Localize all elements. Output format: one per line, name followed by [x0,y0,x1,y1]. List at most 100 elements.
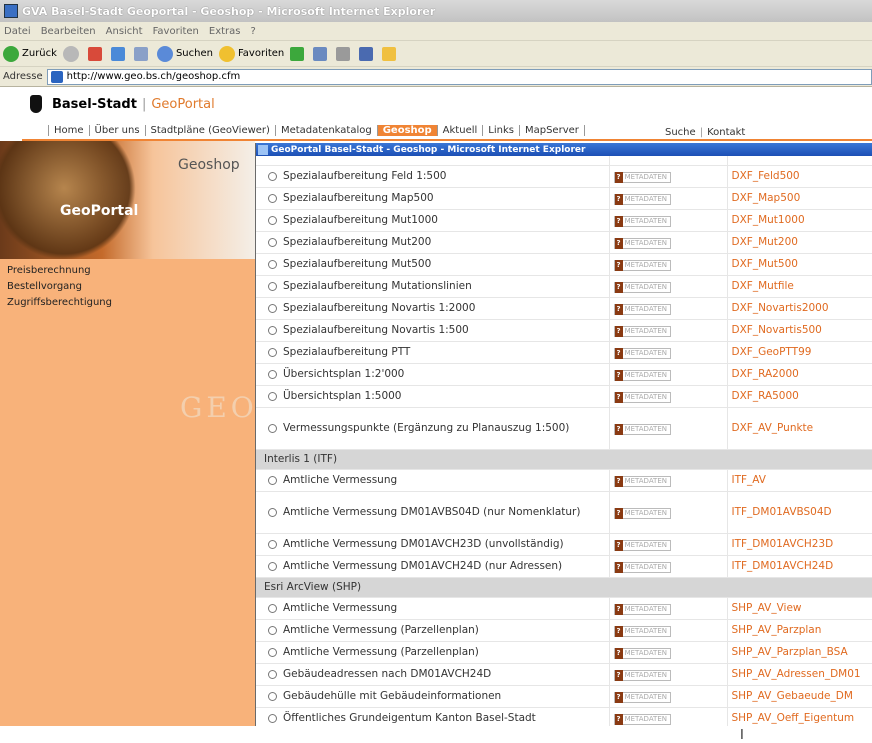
mail-button[interactable] [313,46,330,61]
menu-help[interactable]: ? [251,26,256,37]
metadata-button[interactable]: ? METADATEN [613,539,671,551]
product-radio[interactable] [268,647,277,657]
product-radio[interactable] [268,423,277,433]
metadata-button[interactable]: ? METADATEN [613,193,671,205]
menu-bearbeiten[interactable]: Bearbeiten [41,26,96,37]
nav-home[interactable]: Home [48,125,89,136]
product-radio[interactable] [268,669,277,679]
metadata-button[interactable]: ? METADATEN [613,561,671,573]
nav-kontakt[interactable]: Kontakt [707,127,745,138]
metadata-button[interactable]: ? METADATEN [613,259,671,271]
product-code-link[interactable]: DXF_Novartis500 [732,324,822,336]
product-code-link[interactable]: DXF_Novartis2000 [732,302,829,314]
nav-aktuell[interactable]: Aktuell [436,125,483,136]
product-code-link[interactable]: DXF_Mut200 [732,236,798,248]
product-code-link[interactable]: SHP_AV_Adressen_DM01 [732,668,861,680]
refresh-button[interactable] [110,46,128,61]
product-code-link[interactable]: DXF_Mut500 [732,258,798,270]
nav-mapserver[interactable]: MapServer [518,125,585,136]
product-radio[interactable] [268,561,277,571]
edit-button[interactable] [359,46,376,61]
metadata-button[interactable]: ? METADATEN [613,281,671,293]
product-code-link[interactable]: DXF_AV_Punkte [732,422,814,434]
product-code-link[interactable]: ITF_DM01AVBS04D [732,506,832,518]
forward-button[interactable] [62,45,82,62]
stop-button[interactable] [87,46,105,61]
nav-links[interactable]: Links [482,125,519,136]
metadata-button[interactable]: ? METADATEN [613,647,671,659]
site-logo[interactable]: Basel-Stadt | GeoPortal [30,95,215,113]
product-radio[interactable] [268,691,277,701]
product-radio[interactable] [268,325,277,335]
product-code-link[interactable]: SHP_AV_Gebaeude_DM [732,690,853,702]
product-radio[interactable] [268,281,277,291]
sidebar-item-preisberechnung[interactable]: Preisberechnung [7,263,112,279]
print-button[interactable] [336,46,353,61]
product-radio[interactable] [268,391,277,401]
product-code-link[interactable]: SHP_AV_Parzplan [732,624,822,636]
product-code-link[interactable]: DXF_RA2000 [732,368,799,380]
product-radio[interactable] [268,303,277,313]
metadata-button[interactable]: ? METADATEN [613,625,671,637]
product-code-link[interactable]: DXF_RA5000 [732,390,799,402]
product-radio[interactable] [268,475,277,485]
product-radio[interactable] [268,237,277,247]
product-code-link[interactable]: SHP_AV_Parzplan_BSA [732,646,848,658]
product-code-link[interactable]: DXF_Map500 [732,192,801,204]
nav-ueber-uns[interactable]: Über uns [88,125,145,136]
product-radio[interactable] [268,625,277,635]
product-radio[interactable] [268,603,277,613]
history-button[interactable] [290,46,307,61]
product-radio[interactable] [268,215,277,225]
product-radio[interactable] [268,713,277,723]
metadata-button[interactable]: ? METADATEN [613,391,671,403]
back-button[interactable]: Zurück [3,45,57,62]
sidebar-item-bestellvorgang[interactable]: Bestellvorgang [7,279,112,295]
product-code-link[interactable]: ITF_DM01AVCH24D [732,560,834,572]
metadata-button[interactable]: ? METADATEN [613,369,671,381]
metadata-button[interactable]: ? METADATEN [613,691,671,703]
metadata-button[interactable]: ? METADATEN [613,423,671,435]
product-radio[interactable] [268,347,277,357]
nav-geoshop[interactable]: Geoshop [376,125,437,136]
product-code-link[interactable]: DXF_Mut1000 [732,214,805,226]
menu-extras[interactable]: Extras [209,26,241,37]
metadata-button[interactable]: ? METADATEN [613,669,671,681]
product-code-link[interactable]: ITF_AV [732,474,767,486]
metadata-button[interactable]: ? METADATEN [613,713,671,725]
metadata-button[interactable]: ? METADATEN [613,603,671,615]
product-radio[interactable] [268,259,277,269]
metadata-button[interactable]: ? METADATEN [613,347,671,359]
product-radio[interactable] [268,507,277,517]
product-code-link[interactable]: ITF_DM01AVCH23D [732,538,834,550]
nav-metadatenkatalog[interactable]: Metadatenkatalog [274,125,377,136]
product-name: Vermessungspunkte (Ergänzung zu Planausz… [283,422,570,434]
metadata-button[interactable]: ? METADATEN [613,507,671,519]
product-radio[interactable] [268,539,277,549]
product-code-link[interactable]: SHP_AV_View [732,602,802,614]
nav-suche[interactable]: Suche [665,127,696,138]
product-code-link[interactable]: DXF_Mutfile [732,280,794,292]
product-radio[interactable] [268,171,277,181]
search-button[interactable]: Suchen [156,45,213,62]
metadata-button[interactable]: ? METADATEN [613,475,671,487]
metadata-button[interactable]: ? METADATEN [613,215,671,227]
metadata-button[interactable]: ? METADATEN [613,237,671,249]
product-code-link[interactable]: DXF_Feld500 [732,170,800,182]
nav-stadtplaene[interactable]: Stadtpläne (GeoViewer) [144,125,275,136]
product-radio[interactable] [268,369,277,379]
product-code-link[interactable]: SHP_AV_Oeff_Eigentum [732,712,855,724]
product-code-link[interactable]: DXF_GeoPTT99 [732,346,812,358]
metadata-button[interactable]: ? METADATEN [613,325,671,337]
sidebar-item-zugriffsberechtigung[interactable]: Zugriffsberechtigung [7,295,112,311]
home-button[interactable] [133,46,151,61]
favorites-button[interactable]: Favoriten [218,45,284,62]
metadata-button[interactable]: ? METADATEN [613,171,671,183]
address-input[interactable]: http://www.geo.bs.ch/geoshop.cfm [46,68,872,85]
menu-datei[interactable]: Datei [4,26,31,37]
metadata-button[interactable]: ? METADATEN [613,303,671,315]
menu-favoriten[interactable]: Favoriten [153,26,199,37]
menu-ansicht[interactable]: Ansicht [106,26,143,37]
product-radio[interactable] [268,193,277,203]
folder-button[interactable] [382,46,399,61]
